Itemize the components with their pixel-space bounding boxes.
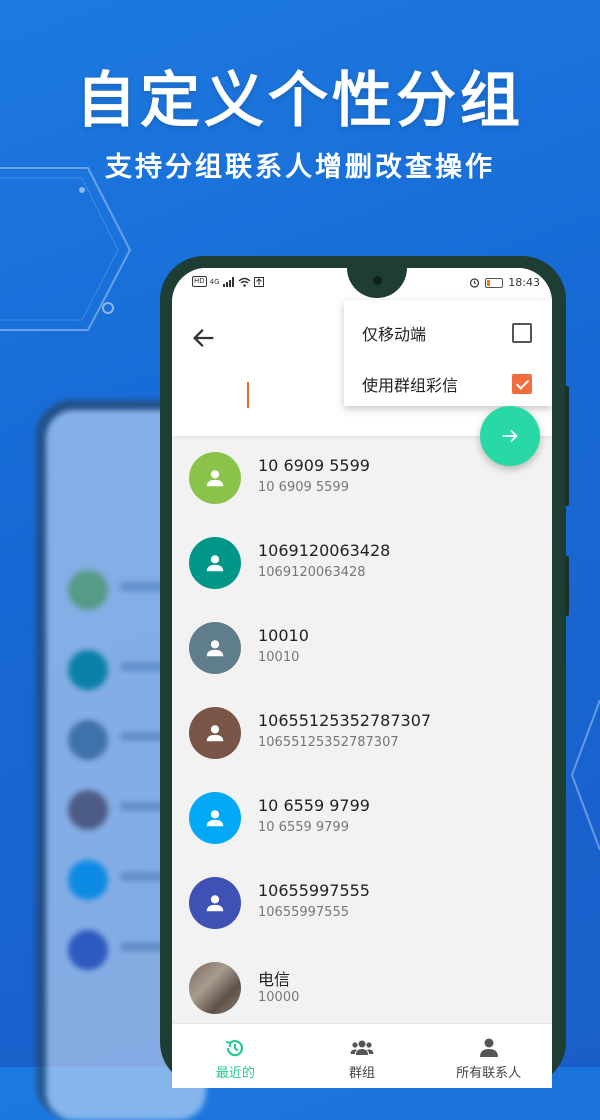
nav-label: 最近的 — [215, 1066, 255, 1081]
contact-list: 10 6909 5599 10 6909 5599 1069120063428 … — [172, 436, 552, 1031]
person-icon — [206, 640, 224, 657]
contact-name: 10 6559 9799 — [258, 796, 370, 815]
nav-tab-all-contacts[interactable]: 所有联系人 — [425, 1024, 552, 1088]
contact-name: 10655125352787307 — [258, 711, 432, 730]
person-icon — [206, 470, 224, 487]
status-time: 18:43 — [508, 276, 540, 289]
contact-row[interactable]: 10010 10010 — [172, 606, 552, 691]
contact-number: 1069120063428 — [258, 565, 366, 580]
contact-number: 10 6559 9799 — [258, 820, 349, 835]
contact-number: 10655997555 — [258, 905, 349, 920]
contact-photo-avatar — [189, 962, 241, 1014]
alarm-icon — [470, 278, 480, 288]
options-menu: 仅移动端 使用群组彩信 — [344, 300, 552, 406]
group-mms-checkbox[interactable] — [512, 374, 532, 394]
person-icon — [479, 1038, 498, 1057]
person-icon — [206, 810, 224, 827]
promo-headline: 自定义个性分组 — [76, 66, 524, 136]
promo-subheadline: 支持分组联系人增删改查操作 — [105, 152, 495, 183]
contact-number: 10000 — [258, 990, 300, 1005]
nav-tab-groups[interactable]: 群组 — [299, 1024, 426, 1088]
nav-label: 所有联系人 — [456, 1066, 522, 1081]
nav-tab-recent[interactable]: 最近的 — [172, 1024, 299, 1088]
contact-name: 10010 — [258, 626, 309, 645]
contact-name: 10655997555 — [258, 881, 370, 900]
menu-item-group-mms[interactable]: 使用群组彩信 — [362, 369, 532, 399]
menu-item-mobile-only[interactable]: 仅移动端 — [362, 318, 532, 348]
arrow-right-icon — [502, 429, 518, 443]
nav-label: 群组 — [349, 1066, 376, 1081]
contact-row[interactable]: 1069120063428 1069120063428 — [172, 521, 552, 606]
recipient-input-cursor[interactable] — [247, 382, 249, 408]
upload-icon — [253, 276, 264, 287]
next-button[interactable] — [480, 406, 540, 466]
contact-avatar — [189, 877, 241, 929]
person-icon — [206, 555, 224, 572]
back-arrow-icon[interactable] — [190, 324, 218, 352]
hd-badge: HD — [192, 276, 207, 287]
contact-row[interactable]: 电信 10000 — [172, 946, 552, 1031]
phone-mockup: HD 4G 18:43 仅移动端 使用群组彩信 10 6909 5599 10 … — [160, 256, 569, 1088]
network-type: 4G — [209, 277, 220, 286]
history-icon — [226, 1040, 244, 1057]
contact-avatar — [189, 537, 241, 589]
mobile-only-checkbox[interactable] — [512, 323, 532, 343]
group-icon — [350, 1040, 374, 1055]
contact-row[interactable]: 10655997555 10655997555 — [172, 861, 552, 946]
contact-name: 10 6909 5599 — [258, 456, 370, 475]
contact-name: 电信 — [258, 970, 291, 989]
phone-screen: HD 4G 18:43 仅移动端 使用群组彩信 10 6909 5599 10 … — [172, 268, 552, 1088]
person-icon — [206, 895, 224, 912]
wifi-icon — [238, 277, 251, 287]
contact-number: 10010 — [258, 650, 300, 665]
contact-avatar — [189, 707, 241, 759]
menu-item-label: 仅移动端 — [362, 325, 427, 344]
signal-icon — [222, 276, 234, 287]
contact-number: 10 6909 5599 — [258, 480, 349, 495]
bottom-navigation: 最近的 群组 所有联系人 — [172, 1023, 552, 1088]
contact-number: 10655125352787307 — [258, 735, 399, 750]
contact-row[interactable]: 10655125352787307 10655125352787307 — [172, 691, 552, 776]
contact-avatar — [189, 452, 241, 504]
battery-icon — [485, 277, 504, 288]
contact-avatar — [189, 622, 241, 674]
menu-item-label: 使用群组彩信 — [362, 376, 459, 395]
contact-avatar — [189, 792, 241, 844]
person-icon — [206, 725, 224, 742]
front-camera — [373, 276, 382, 285]
contact-row[interactable]: 10 6559 9799 10 6559 9799 — [172, 776, 552, 861]
contact-name: 1069120063428 — [258, 541, 391, 560]
